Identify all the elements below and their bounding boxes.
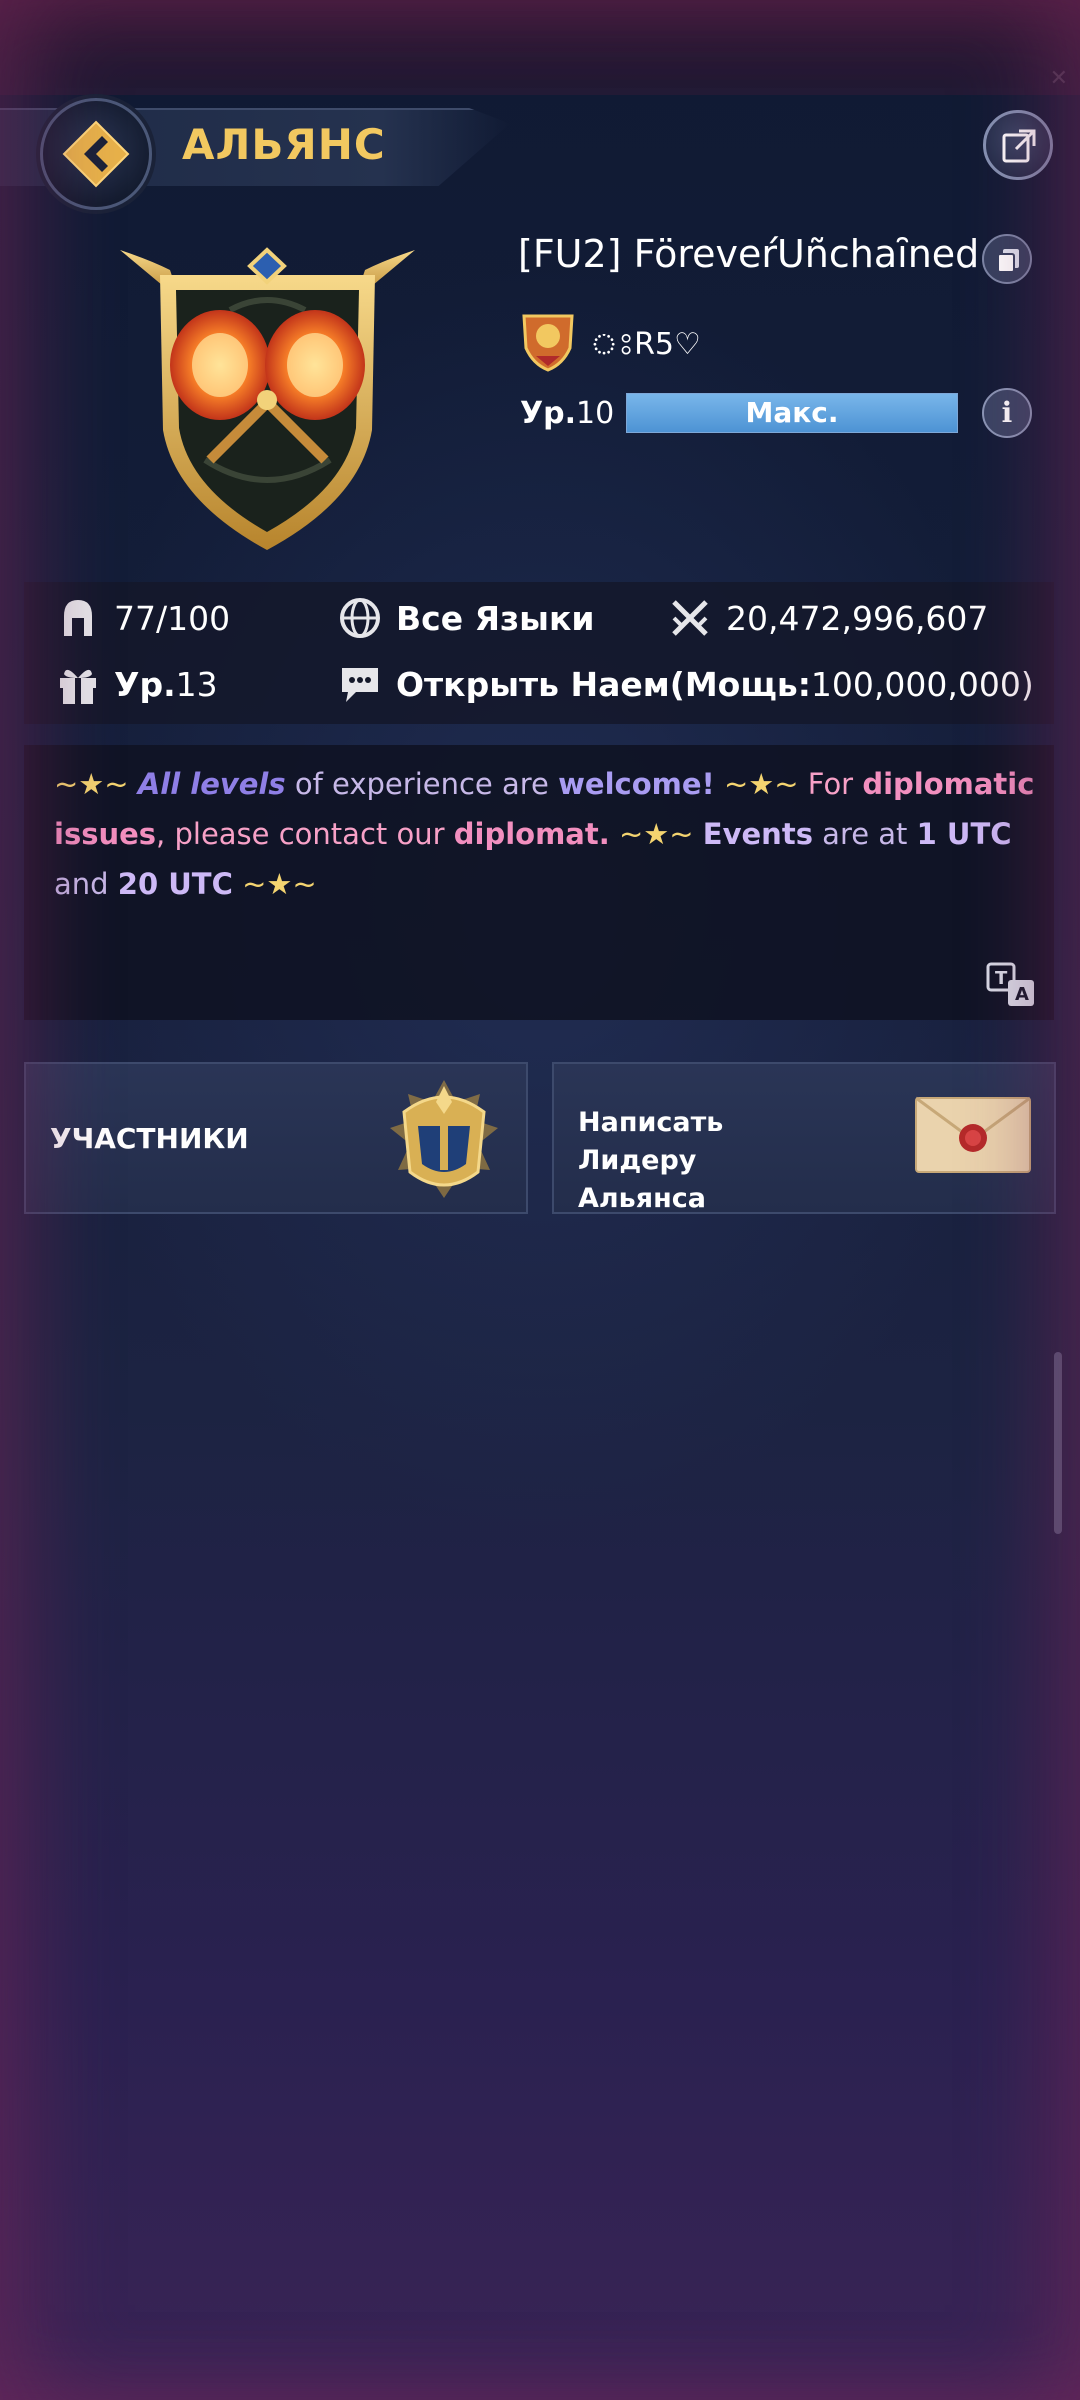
back-button[interactable] (40, 98, 152, 210)
svg-text:A: A (1015, 984, 1029, 1005)
copy-name-button[interactable] (982, 234, 1032, 284)
power-stat: 20,472,996,607 (668, 596, 988, 640)
members-button[interactable]: УЧАСТНИКИ (24, 1062, 528, 1214)
info-icon: i (1001, 396, 1013, 429)
members-button-label: УЧАСТНИКИ (50, 1122, 249, 1155)
alliance-emblem-icon (120, 247, 415, 550)
helmet-icon (64, 600, 92, 636)
share-button[interactable] (983, 110, 1053, 180)
copy-icon (997, 249, 1019, 273)
back-arrow-icon (62, 120, 130, 188)
status-bar (0, 0, 1080, 95)
recruitment-stat: Открыть Наем (Мощь: 100,000,000) (338, 662, 1034, 706)
envelope-icon (915, 1096, 1031, 1173)
alliance-description-panel: ~★~ All levels of experience are welcome… (24, 745, 1054, 1020)
gift-level-stat: Ур. 13 (56, 662, 218, 706)
write-to-leader-label: Написать Лидеру Альянса (578, 1107, 724, 1214)
svg-text:T: T (995, 968, 1008, 989)
translate-icon[interactable]: T A (986, 962, 1036, 1008)
chat-bubble-icon (342, 668, 378, 702)
level-progress-text: Макс. (745, 396, 839, 429)
globe-icon (340, 598, 380, 638)
language-stat: Все Языки (338, 596, 595, 640)
leader-rank-badge-icon (522, 314, 574, 372)
page-title: АЛЬЯНС (182, 120, 386, 169)
gift-icon (60, 669, 96, 704)
share-icon (1002, 129, 1036, 163)
info-button[interactable]: i (982, 388, 1032, 438)
leader-name: ঃR5♡ (590, 327, 701, 362)
helmet-shield-icon (390, 1080, 498, 1198)
level-progress-bar: Макс. (626, 393, 958, 433)
write-to-leader-button[interactable]: Написать Лидеру Альянса (552, 1062, 1056, 1214)
alliance-level: Ур.10 (520, 396, 615, 431)
crossed-swords-icon (672, 600, 708, 636)
members-count-stat: 77/100 (56, 596, 230, 640)
status-corner-mark: ✕ (1049, 66, 1068, 91)
scrollbar[interactable] (1054, 1352, 1062, 1534)
alliance-description: ~★~ All levels of experience are welcome… (54, 767, 1035, 901)
alliance-name: [FU2] FöreveŕUñchaȋned (518, 232, 980, 276)
